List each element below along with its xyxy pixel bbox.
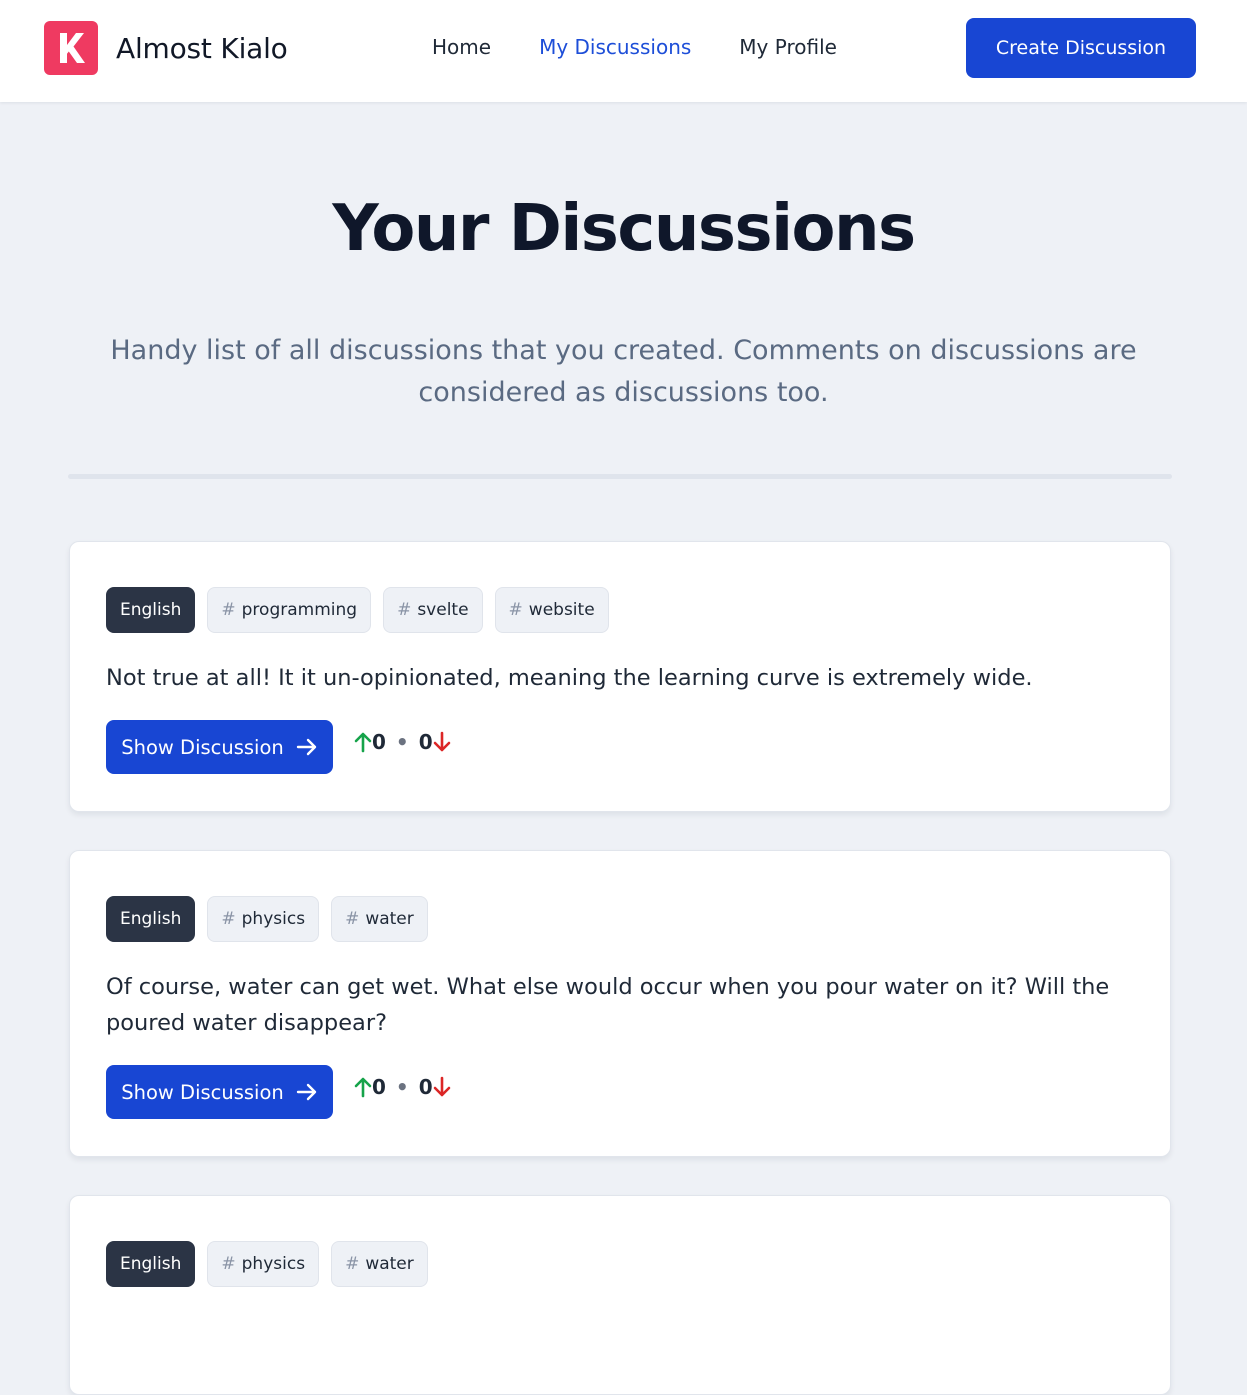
tag-chip[interactable]: # physics [207,1241,320,1287]
vote-separator: • [395,1075,409,1099]
tag-label: water [365,1254,414,1274]
language-badge[interactable]: English [106,587,196,633]
show-discussion-button[interactable]: Show Discussion [106,720,333,774]
show-discussion-label: Show Discussion [121,735,284,759]
tag-list: English # physics # water [106,1241,440,1287]
tag-chip[interactable]: # programming [207,587,372,633]
hash-icon: # [345,909,360,929]
arrow-up-icon [354,732,372,753]
nav-my-discussions[interactable]: My Discussions [539,35,691,59]
top-navbar: Almost Kialo Home My Discussions My Prof… [0,0,1247,102]
hash-icon: # [345,1254,360,1274]
arrow-down-icon [433,731,450,752]
tag-list: English # physics # water [106,896,440,942]
page-title: Your Discussions [332,192,916,266]
language-badge[interactable]: English [106,1241,196,1287]
discussion-card: English # programming # svelte # website No… [69,541,1171,812]
downvote-control[interactable]: 0 [419,1075,451,1099]
logo-icon [44,21,98,75]
upvote-count: 0 [372,1075,386,1099]
discussion-text: Not true at all! It it un-opinionated, m… [106,665,1033,691]
downvote-control[interactable]: 0 [419,730,451,754]
tag-list: English # programming # svelte # website [106,587,621,633]
vote-counts: 0 • 0 [354,1075,451,1099]
logo-letter-k [60,33,85,63]
card-actions: Show Discussion 0 • 0 [106,1065,451,1119]
tag-label: water [365,909,414,929]
arrow-down-icon [433,1076,450,1097]
tag-chip[interactable]: # water [331,1241,428,1287]
hash-icon: # [221,909,236,929]
discussion-card: English # physics # water [69,1195,1171,1395]
nav-home[interactable]: Home [432,35,491,59]
create-discussion-button[interactable]: Create Discussion [966,18,1196,78]
hash-icon: # [221,1254,236,1274]
language-badge[interactable]: English [106,896,196,942]
discussion-text: Of course, water can get wet. What else … [106,974,1110,1036]
vote-counts: 0 • 0 [354,730,451,754]
upvote-count: 0 [372,730,386,754]
vote-separator: • [395,730,409,754]
hash-icon: # [397,600,412,620]
tag-label: svelte [417,600,469,620]
main-nav: Home My Discussions My Profile [432,35,885,59]
tag-label: physics [241,909,306,929]
tag-label: physics [241,1254,306,1274]
upvote-control[interactable]: 0 [354,1075,386,1099]
tag-label: programming [241,600,358,620]
nav-my-profile[interactable]: My Profile [739,35,837,59]
discussion-card: English # physics # water Of course, water… [69,850,1171,1157]
tag-chip[interactable]: # svelte [383,587,483,633]
brand-name: Almost Kialo [116,31,288,65]
card-actions: Show Discussion 0 • 0 [106,720,451,774]
arrow-up-icon [354,1077,372,1098]
downvote-count: 0 [418,1075,433,1099]
upvote-control[interactable]: 0 [354,730,386,754]
downvote-count: 0 [418,730,433,754]
show-discussion-label: Show Discussion [121,1080,284,1104]
tag-chip[interactable]: # website [494,587,609,633]
tag-chip[interactable]: # physics [207,896,320,942]
arrow-right-icon [296,738,316,756]
tag-label: website [528,600,595,620]
arrow-right-icon [296,1083,316,1101]
page-subtitle: Handy list of all discussions that you c… [110,335,1137,408]
hash-icon: # [508,600,523,620]
show-discussion-button[interactable]: Show Discussion [106,1065,333,1119]
divider [68,474,1172,479]
hash-icon: # [221,600,236,620]
tag-chip[interactable]: # water [331,896,428,942]
brand-link[interactable]: Almost Kialo [44,21,288,75]
